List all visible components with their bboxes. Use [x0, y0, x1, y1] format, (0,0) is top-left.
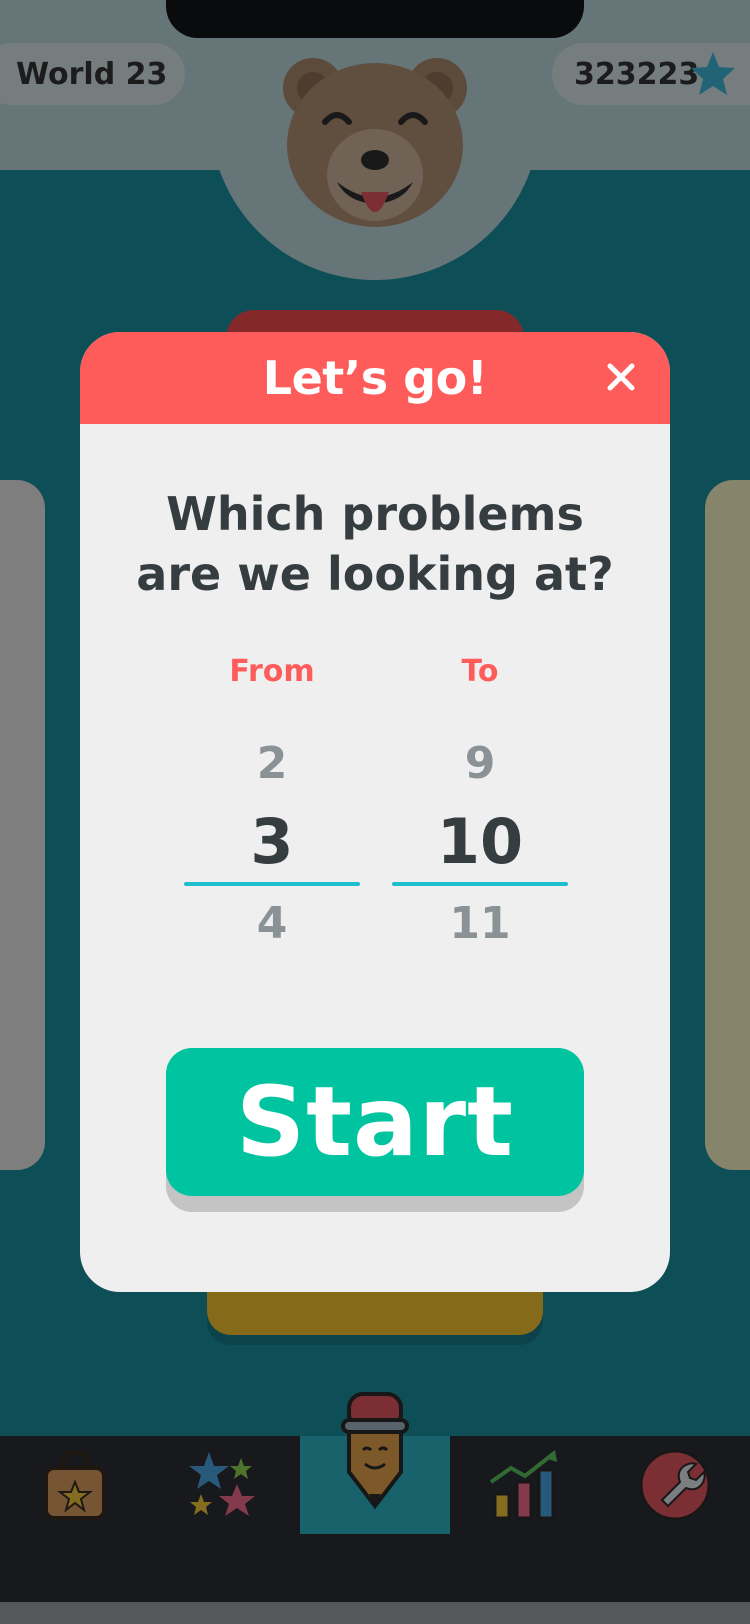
- to-picker[interactable]: To 9 10 11: [392, 652, 568, 952]
- dialog-title: Let’s go!: [262, 351, 488, 405]
- close-button[interactable]: [598, 354, 644, 400]
- to-prev-option[interactable]: 9: [392, 734, 568, 794]
- close-icon: [607, 363, 635, 391]
- from-label: From: [229, 654, 315, 689]
- dialog-question: Which problems are we looking at?: [136, 487, 614, 601]
- to-selected-value[interactable]: 10: [392, 804, 568, 880]
- to-next-option[interactable]: 11: [392, 894, 568, 954]
- dialog-header: Let’s go!: [80, 332, 670, 424]
- start-button[interactable]: Start: [166, 1048, 584, 1196]
- to-label: To: [461, 654, 499, 689]
- from-next-option[interactable]: 4: [184, 894, 360, 954]
- to-underline: [392, 882, 568, 886]
- from-picker[interactable]: From 2 3 4: [184, 652, 360, 952]
- from-prev-option[interactable]: 2: [184, 734, 360, 794]
- from-selected-value[interactable]: 3: [184, 804, 360, 880]
- range-select-dialog: Let’s go! Which problems are we looking …: [80, 332, 670, 1292]
- from-underline: [184, 882, 360, 886]
- range-pickers: From 2 3 4 To 9 10 11: [80, 652, 670, 952]
